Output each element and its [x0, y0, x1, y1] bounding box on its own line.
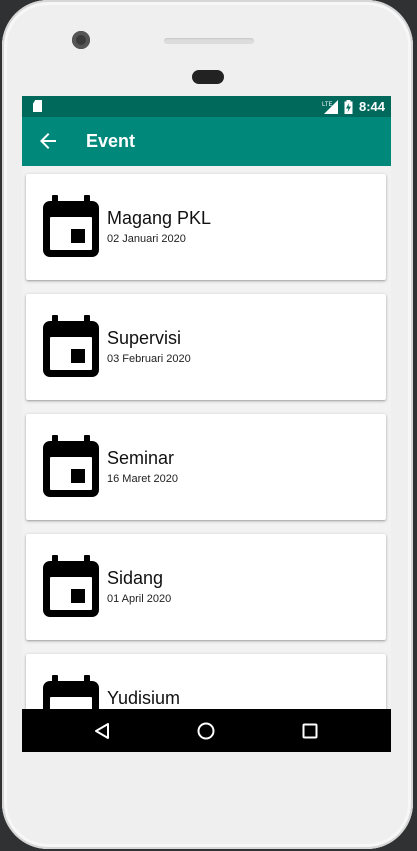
back-button[interactable]: [36, 129, 60, 153]
event-card[interactable]: Sidang 01 April 2020: [26, 534, 386, 640]
calendar-icon: [43, 675, 99, 709]
event-card[interactable]: Yudisium: [26, 654, 386, 709]
svg-text:LTE: LTE: [322, 102, 333, 108]
circle-home-icon: [197, 722, 215, 740]
nav-recents-button[interactable]: [298, 719, 322, 743]
proximity-sensor: [192, 70, 224, 84]
arrow-back-icon: [40, 133, 56, 149]
lte-signal-icon: LTE: [322, 99, 338, 114]
triangle-back-icon: [95, 723, 109, 739]
page-title: Event: [86, 131, 136, 151]
square-recents-icon: [302, 723, 318, 739]
nav-home-button[interactable]: [194, 719, 218, 743]
calendar-icon: [43, 315, 99, 377]
calendar-icon: [43, 555, 99, 617]
event-card[interactable]: Seminar 16 Maret 2020: [26, 414, 386, 520]
event-date: 03 Februari 2020: [107, 353, 191, 365]
event-title: Supervisi: [107, 328, 182, 348]
system-nav-bar: [22, 709, 391, 752]
event-date: 01 April 2020: [107, 593, 172, 605]
event-date: 02 Januari 2020: [107, 233, 186, 245]
calendar-icon: [43, 435, 99, 497]
status-time: 8:44: [358, 99, 385, 114]
nav-back-button[interactable]: [90, 719, 114, 743]
calendar-icon: [43, 195, 99, 257]
status-bar: LTE 8:44: [22, 96, 391, 117]
event-card[interactable]: Magang PKL 02 Januari 2020: [26, 174, 386, 280]
battery-charging-icon: [344, 99, 353, 114]
event-list[interactable]: Magang PKL 02 Januari 2020 Supervisi 03 …: [22, 166, 391, 709]
event-title: Seminar: [107, 448, 175, 468]
front-camera: [72, 31, 90, 49]
event-date: 16 Maret 2020: [107, 473, 178, 485]
device-screen: LTE 8:44 Event Magang PKL 02 Januari 202…: [22, 96, 391, 752]
earpiece-speaker: [164, 38, 254, 44]
event-title: Sidang: [107, 568, 164, 588]
sd-card-icon: [33, 100, 42, 112]
app-bar: Event: [22, 117, 391, 166]
status-indicators: LTE 8:44: [322, 98, 385, 115]
event-card[interactable]: Supervisi 03 Februari 2020: [26, 294, 386, 400]
event-title: Magang PKL: [107, 208, 212, 228]
event-title: Yudisium: [107, 688, 181, 708]
